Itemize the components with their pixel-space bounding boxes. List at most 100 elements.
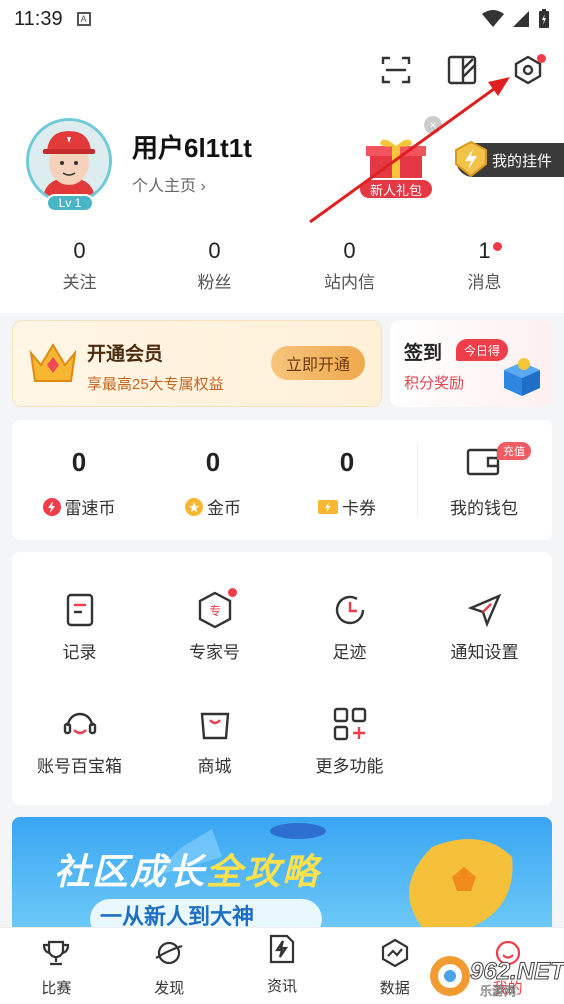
expert-red-dot — [227, 588, 237, 597]
data-chart-icon — [381, 938, 408, 968]
scan-icon — [381, 56, 411, 84]
checkin-subtitle: 积分奖励 — [404, 375, 465, 392]
stat-fans[interactable]: 0 粉丝 — [147, 238, 282, 293]
vip-subtitle: 享最高25大专属权益 — [87, 376, 224, 393]
status-icons — [482, 9, 550, 29]
planet-icon — [155, 941, 183, 965]
stat-label: 关注 — [62, 273, 97, 292]
scan-button[interactable] — [378, 52, 414, 88]
tab-match[interactable]: 比赛 — [0, 928, 113, 1004]
tool-label: 更多功能 — [315, 757, 384, 776]
tool-label: 通知设置 — [450, 643, 519, 662]
tool-label: 商城 — [197, 757, 232, 776]
username: 用户6l1t1t — [132, 133, 252, 163]
watermark-subtext: 乐游网 — [480, 984, 517, 999]
leisu-coin-item[interactable]: 0 雷速币 — [12, 420, 146, 540]
stat-label: 粉丝 — [197, 273, 232, 292]
leisu-coin-label-row: 雷速币 — [12, 494, 146, 519]
leisu-coin-value: 0 — [71, 447, 87, 477]
gold-coin-label-row: 金币 — [146, 494, 280, 519]
vip-card[interactable]: 开通会员 享最高25大专属权益 立即开通 — [12, 320, 382, 407]
svg-text:专: 专 — [208, 603, 220, 618]
tab-news[interactable]: 资讯 — [226, 928, 339, 1004]
checkin-title: 签到 — [404, 343, 443, 364]
gift-close-icon[interactable]: × — [424, 116, 442, 134]
tool-label: 足迹 — [332, 643, 367, 662]
my-pendant-button[interactable]: 我的挂件 — [455, 140, 564, 178]
gift-label: 新人礼包 — [358, 178, 434, 200]
news-bolt-icon — [269, 934, 295, 964]
paper-plane-icon — [465, 590, 505, 630]
avatar-illustration-icon — [29, 121, 109, 201]
more-grid-icon — [330, 704, 370, 744]
banner-subtitle: 一从新人到大神 — [90, 899, 322, 927]
stat-value: 1 — [478, 238, 491, 263]
banner-title-a: 社区成长 — [54, 851, 207, 892]
checkin-card[interactable]: 签到 今日得 积分奖励 — [390, 320, 552, 407]
leisu-coin-icon — [42, 497, 61, 516]
expert-icon: 专 — [195, 588, 237, 630]
battery-icon — [539, 9, 549, 28]
status-bar: 11:39 A — [0, 0, 564, 38]
reward-box-icon — [504, 358, 540, 396]
newcomer-gift[interactable]: 新人礼包 × — [354, 116, 442, 206]
vip-title: 开通会员 — [87, 344, 164, 365]
recharge-tag: 充值 — [497, 442, 531, 460]
vip-open-button[interactable]: 立即开通 — [271, 346, 365, 380]
tools-grid: 记录 专 专家号 足迹 通知设置 账号百宝箱 商城 更多功能 — [12, 552, 552, 805]
records-icon — [60, 590, 100, 630]
tab-label: 比赛 — [41, 980, 72, 997]
header-actions — [378, 52, 546, 88]
tab-discover[interactable]: 发现 — [113, 928, 226, 1004]
tool-mall[interactable]: 商城 — [147, 704, 282, 777]
coupon-label: 卡券 — [342, 499, 376, 518]
trophy-icon — [43, 940, 70, 966]
stat-value: 0 — [73, 238, 86, 263]
coupon-label-row: 卡券 — [280, 494, 414, 519]
stat-messages[interactable]: 1 消息 — [417, 238, 552, 293]
tool-label: 专家号 — [189, 643, 240, 662]
stat-label: 站内信 — [324, 273, 375, 292]
signal-icon — [513, 11, 529, 27]
tool-label: 账号百宝箱 — [37, 757, 122, 776]
status-time: 11:39 — [14, 7, 63, 30]
headset-icon — [60, 704, 100, 744]
theme-button[interactable] — [444, 52, 480, 88]
banner-title: 社区成长全攻略 — [54, 843, 320, 895]
messages-red-dot — [493, 242, 502, 251]
footprints-clock-icon — [330, 590, 370, 630]
gold-coin-icon — [185, 497, 203, 516]
profile-header: Lv 1 用户6l1t1t 个人主页 › 新人礼包 × 我的挂件 0 关注 0 … — [0, 38, 564, 313]
banner-title-b: 全攻略 — [206, 851, 321, 892]
tool-more-functions[interactable]: 更多功能 — [282, 704, 417, 777]
tool-footprints[interactable]: 足迹 — [282, 590, 417, 663]
tab-label: 发现 — [154, 980, 185, 997]
coupon-item[interactable]: 0 卡券 — [280, 420, 414, 540]
shopping-bag-icon — [195, 704, 235, 744]
avatar[interactable] — [26, 118, 112, 204]
settings-button[interactable] — [510, 52, 546, 88]
tool-notification-settings[interactable]: 通知设置 — [417, 590, 552, 663]
stat-inbox[interactable]: 0 站内信 — [282, 238, 417, 293]
gold-coin-item[interactable]: 0 金币 — [146, 420, 280, 540]
profile-stats: 0 关注 0 粉丝 0 站内信 1 消息 — [12, 238, 552, 293]
stat-label: 消息 — [467, 273, 502, 292]
stat-following[interactable]: 0 关注 — [12, 238, 147, 293]
tool-expert[interactable]: 专 专家号 — [147, 588, 282, 663]
gold-coin-label: 金币 — [207, 499, 241, 518]
my-wallet-label: 我的钱包 — [450, 499, 518, 518]
my-wallet-item[interactable]: 充值 我的钱包 — [417, 420, 551, 540]
homepage-link[interactable]: 个人主页 › — [132, 172, 206, 196]
pendant-badge-icon — [455, 140, 487, 178]
pendant-label: 我的挂件 — [492, 152, 553, 170]
theme-icon — [447, 55, 477, 85]
tool-account-toolbox[interactable]: 账号百宝箱 — [12, 704, 147, 777]
notification-a-icon: A — [76, 12, 91, 26]
tool-records[interactable]: 记录 — [12, 590, 147, 663]
tab-label: 资讯 — [266, 978, 297, 995]
wifi-icon — [482, 10, 504, 27]
leisu-coin-label: 雷速币 — [64, 499, 116, 518]
wallet-card: 0 雷速币 0 金币 0 卡券 充值 我的钱包 — [12, 420, 552, 540]
tool-label: 记录 — [62, 643, 97, 662]
community-growth-banner[interactable]: 社区成长全攻略 一从新人到大神 — [12, 817, 552, 927]
